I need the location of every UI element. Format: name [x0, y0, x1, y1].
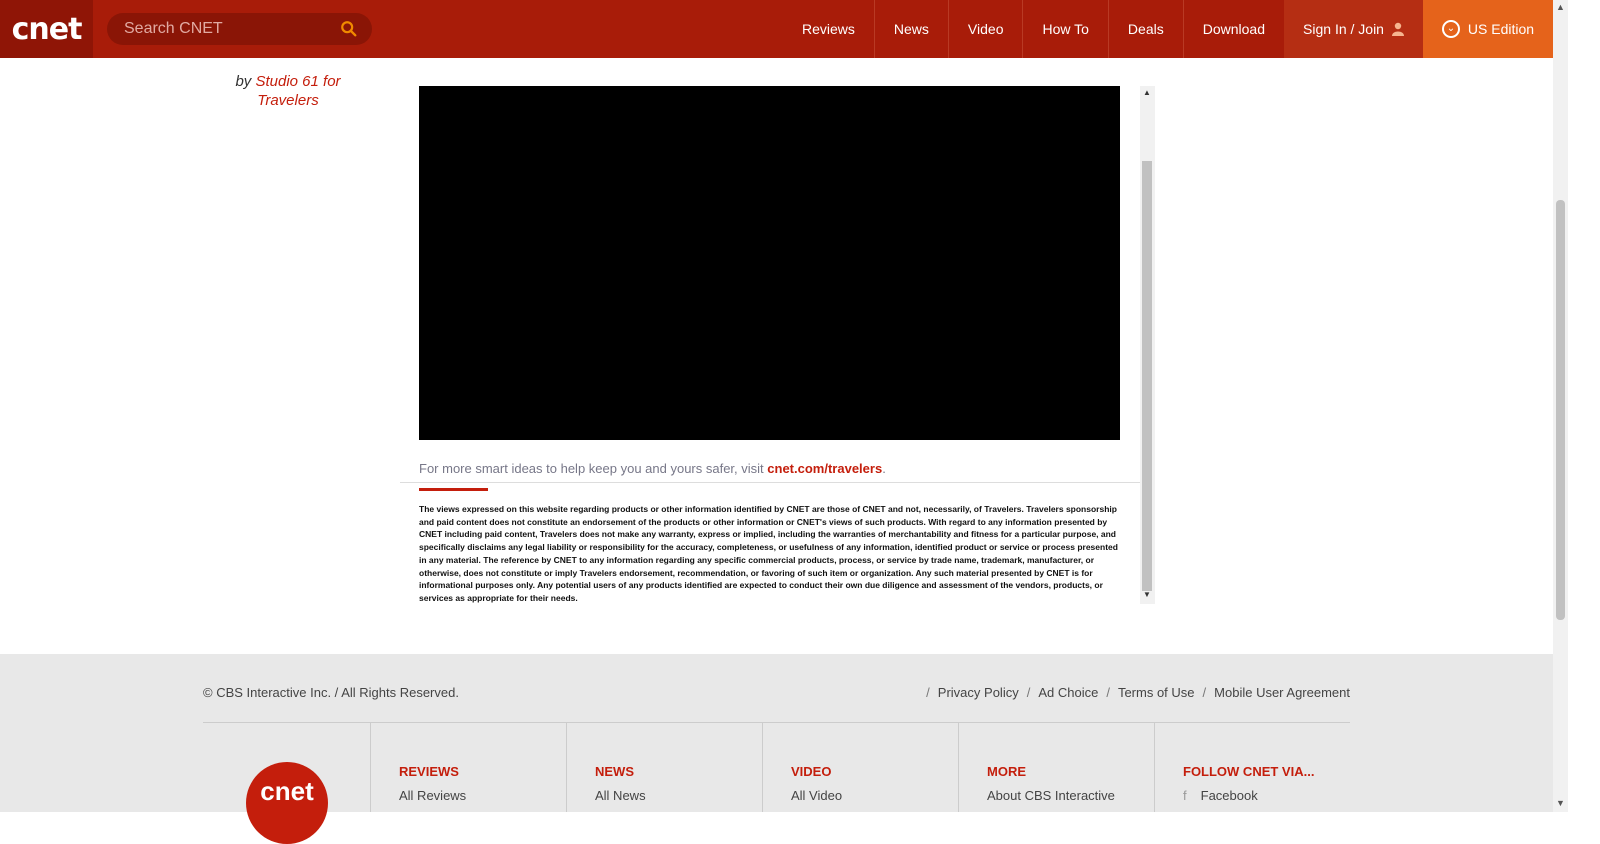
cnet-logo[interactable]: cnet: [0, 0, 93, 58]
column-divider: [958, 723, 959, 812]
separator: /: [1202, 685, 1207, 700]
nav-reviews[interactable]: Reviews: [783, 0, 874, 58]
divider: [400, 482, 1140, 483]
frame-scroll-down-icon[interactable]: ▼: [1143, 590, 1151, 599]
page-scrollbar[interactable]: ▲ ▼: [1553, 0, 1568, 812]
edition-selector[interactable]: ⌄ US Edition: [1423, 0, 1553, 58]
scroll-down-icon[interactable]: ▼: [1556, 798, 1565, 808]
nav-how-to[interactable]: How To: [1022, 0, 1107, 58]
sign-in-label: Sign In / Join: [1303, 21, 1384, 37]
footer-link-all-news[interactable]: All News: [595, 788, 646, 803]
disclaimer-text: The views expressed on this website rega…: [419, 504, 1118, 603]
byline: by Studio 61 for Travelers: [208, 72, 368, 110]
terms-of-use-link[interactable]: Terms of Use: [1118, 685, 1195, 700]
search-input[interactable]: [122, 19, 336, 39]
footer-heading-follow[interactable]: FOLLOW CNET VIA...: [1183, 764, 1314, 779]
footer-heading-reviews[interactable]: REVIEWS: [399, 764, 459, 779]
facebook-icon: f: [1183, 788, 1187, 803]
legal-links: / Privacy Policy / Ad Choice / Terms of …: [926, 685, 1350, 700]
video-player[interactable]: [419, 86, 1120, 440]
chevron-down-icon: ⌄: [1441, 20, 1460, 38]
nav-news[interactable]: News: [873, 0, 948, 58]
cta-suffix: .: [882, 461, 886, 476]
frame-scrollbar[interactable]: ▲ ▼: [1140, 86, 1155, 604]
column-divider: [762, 723, 763, 812]
column-divider: [566, 723, 567, 812]
column-divider: [370, 723, 371, 812]
nav-deals[interactable]: Deals: [1107, 0, 1183, 58]
facebook-label: Facebook: [1200, 788, 1258, 803]
mobile-user-agreement-link[interactable]: Mobile User Agreement: [1214, 685, 1350, 700]
separator: /: [1026, 685, 1031, 700]
separator: /: [926, 685, 930, 700]
separator: /: [1106, 685, 1110, 700]
byline-prefix: by: [235, 73, 252, 90]
right-gutter: [1568, 0, 1600, 812]
footer-heading-news[interactable]: NEWS: [595, 764, 634, 779]
search-box[interactable]: [107, 13, 372, 45]
page-scrollbar-thumb[interactable]: [1556, 200, 1565, 620]
footer-heading-more[interactable]: MORE: [987, 764, 1026, 779]
scroll-up-icon[interactable]: ▲: [1556, 2, 1565, 12]
footer-heading-video[interactable]: VIDEO: [791, 764, 831, 779]
search-icon[interactable]: [340, 20, 358, 38]
frame-scroll-up-icon[interactable]: ▲: [1143, 88, 1151, 97]
footer-divider: [203, 722, 1350, 723]
footer-link-facebook[interactable]: f Facebook: [1183, 788, 1258, 803]
sign-in-button[interactable]: Sign In / Join: [1284, 0, 1423, 58]
privacy-policy-link[interactable]: Privacy Policy: [938, 685, 1019, 700]
nav-download[interactable]: Download: [1182, 0, 1284, 58]
cta-link[interactable]: cnet.com/travelers: [767, 461, 882, 476]
nav-video[interactable]: Video: [947, 0, 1023, 58]
cta-text: For more smart ideas to help keep you an…: [419, 461, 886, 476]
copyright-text: © CBS Interactive Inc. / All Rights Rese…: [203, 685, 459, 700]
footer-link-all-video[interactable]: All Video: [791, 788, 842, 803]
footer-link-about-cbs[interactable]: About CBS Interactive: [987, 788, 1115, 803]
sponsored-content-frame: For more smart ideas to help keep you an…: [400, 86, 1140, 604]
byline-author-link[interactable]: Studio 61 for Travelers: [255, 73, 340, 109]
footer: © CBS Interactive Inc. / All Rights Rese…: [0, 654, 1553, 844]
accent-bar: [419, 488, 488, 491]
user-icon: [1391, 22, 1404, 36]
frame-scrollbar-thumb[interactable]: [1142, 161, 1152, 591]
ad-choice-link[interactable]: Ad Choice: [1038, 685, 1098, 700]
edition-label: US Edition: [1467, 21, 1535, 37]
footer-cnet-logo[interactable]: cnet: [246, 762, 328, 844]
footer-link-all-reviews[interactable]: All Reviews: [399, 788, 466, 803]
main-nav: Reviews News Video How To Deals Download: [783, 0, 1284, 58]
column-divider: [1154, 723, 1155, 812]
cta-text-body: For more smart ideas to help keep you an…: [419, 461, 768, 476]
